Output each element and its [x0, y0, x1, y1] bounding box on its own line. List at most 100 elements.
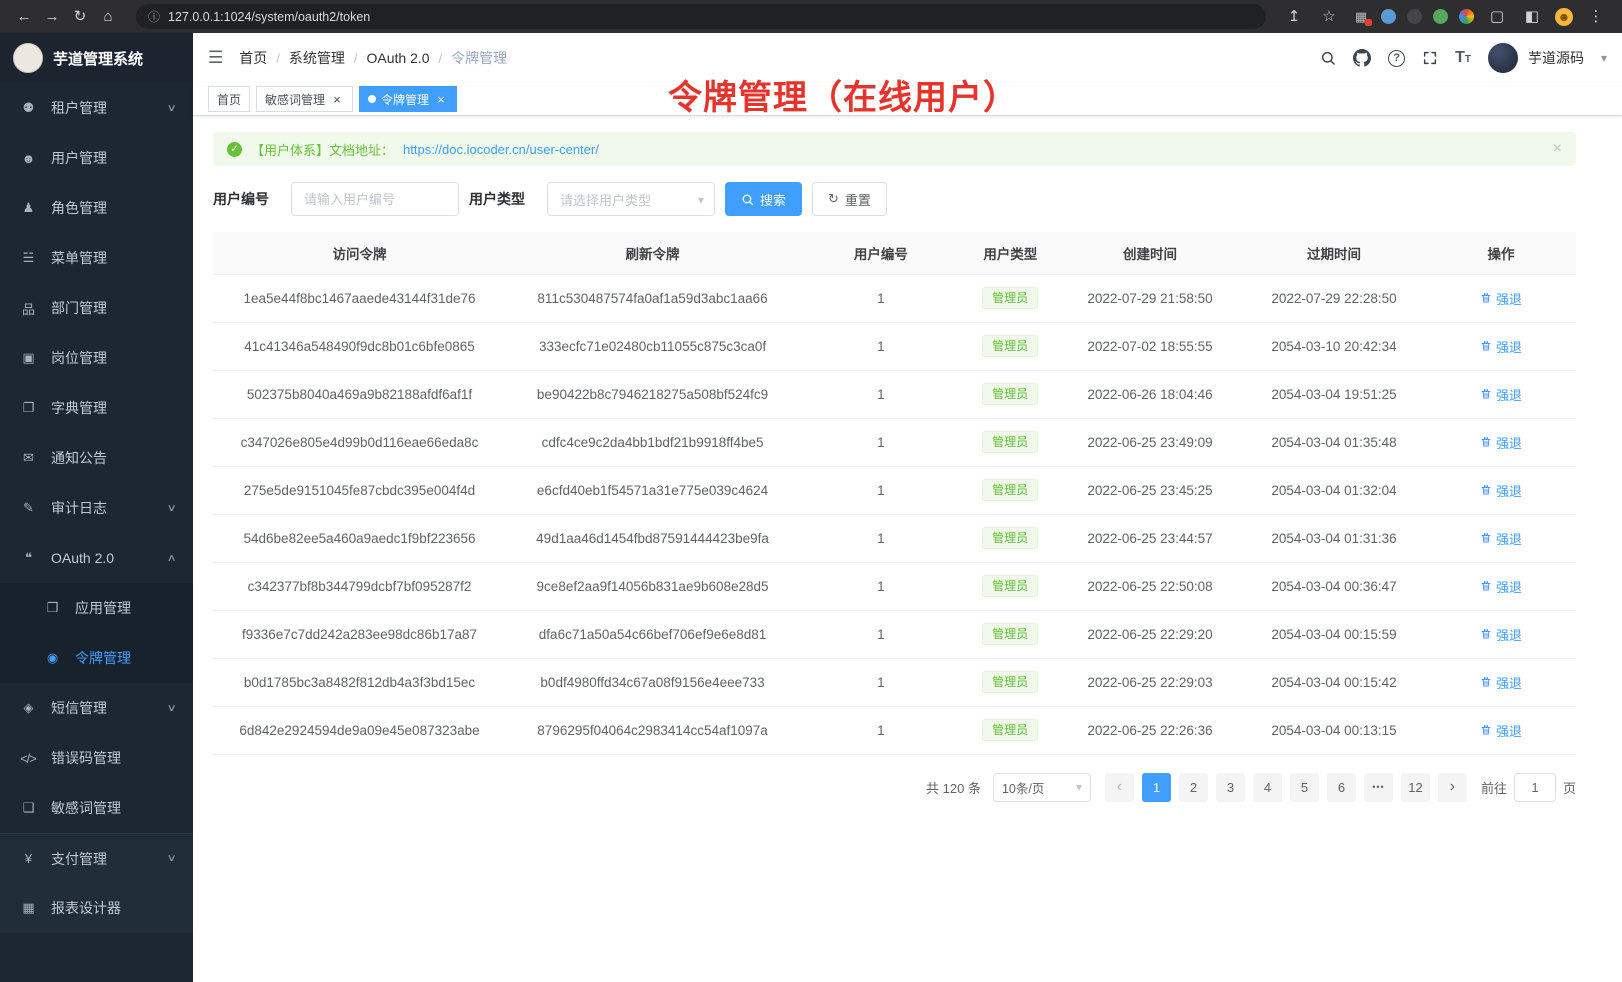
force-logout-button[interactable]: 强退: [1480, 721, 1522, 740]
browser-forward-icon[interactable]: [40, 9, 64, 24]
refresh-token-cell: 49d1aa46d1454fbd87591444423be9fa: [506, 514, 799, 562]
doc-link[interactable]: https://doc.iocoder.cn/user-center/: [403, 142, 599, 157]
tab-close-icon[interactable]: [330, 92, 344, 106]
fullscreen-icon[interactable]: [1422, 50, 1438, 66]
more-pages-button[interactable]: •••: [1364, 773, 1393, 802]
page-size-select[interactable]: 10条/页: [993, 773, 1091, 802]
user-type-select[interactable]: 请选择用户类型: [547, 182, 715, 216]
force-logout-button[interactable]: 强退: [1480, 673, 1522, 692]
chevron-down-icon[interactable]: [1601, 49, 1607, 67]
browser-menu-icon[interactable]: [1584, 9, 1608, 24]
annotation-text: 令牌管理（在线用户）: [668, 70, 1018, 119]
help-icon[interactable]: [1388, 50, 1405, 67]
browser-profile-avatar[interactable]: [1555, 8, 1573, 26]
force-logout-button[interactable]: 强退: [1480, 385, 1522, 404]
sidebar-item-error-code[interactable]: </>错误码管理: [0, 733, 193, 783]
sidebar-item-report-designer[interactable]: ▦报表设计器: [0, 883, 193, 933]
tab-label: 令牌管理: [381, 91, 429, 108]
browser-address-bar[interactable]: 127.0.0.1:1024/system/oauth2/token: [136, 4, 1266, 29]
sidebar-item-oauth2-app[interactable]: ❒应用管理: [0, 583, 193, 633]
sidebar-item-menu[interactable]: ☱菜单管理: [0, 233, 193, 283]
sidebar-item-sensitive-word[interactable]: ❏敏感词管理: [0, 783, 193, 833]
sidebar-item-tenant[interactable]: ⚉租户管理: [0, 83, 193, 133]
user-avatar[interactable]: [1488, 43, 1518, 73]
font-size-icon[interactable]: [1455, 49, 1471, 67]
goto-suffix: 页: [1563, 778, 1576, 797]
site-info-icon[interactable]: [148, 8, 160, 25]
sidebar-item-dict[interactable]: ❐字典管理: [0, 383, 193, 433]
sensitive-word-icon: ❏: [18, 800, 38, 816]
user-id-input[interactable]: [291, 182, 459, 216]
create-time-cell: 2022-07-02 18:55:55: [1058, 322, 1242, 370]
force-logout-button[interactable]: 强退: [1480, 625, 1522, 644]
page-2-button[interactable]: 2: [1179, 773, 1208, 802]
force-logout-button[interactable]: 强退: [1480, 433, 1522, 452]
extension-icon-3[interactable]: [1407, 9, 1422, 24]
search-icon[interactable]: [1320, 50, 1336, 66]
app-logo[interactable]: 芋道管理系统: [0, 33, 193, 83]
breadcrumb-item[interactable]: 系统管理: [289, 48, 345, 68]
breadcrumb-item[interactable]: 首页: [239, 48, 267, 68]
browser-back-icon[interactable]: [12, 9, 36, 24]
sidebar-item-label: 岗位管理: [51, 348, 175, 368]
tab-sensitive-word[interactable]: 敏感词管理: [256, 86, 353, 112]
action-cell: 强退: [1426, 658, 1576, 706]
force-logout-button[interactable]: 强退: [1480, 337, 1522, 356]
sidebar-item-notice[interactable]: ✉通知公告: [0, 433, 193, 483]
sidebar-item-audit-log[interactable]: ✎审计日志: [0, 483, 193, 533]
breadcrumb-item: 令牌管理: [451, 48, 507, 68]
extension-icon-1[interactable]: [1352, 9, 1370, 25]
force-logout-label: 强退: [1496, 577, 1522, 596]
extension-icon-5[interactable]: [1459, 9, 1474, 24]
search-button[interactable]: 搜索: [725, 182, 802, 216]
reset-button[interactable]: 重置: [812, 182, 887, 216]
browser-reload-icon[interactable]: [68, 9, 92, 24]
page-12-button[interactable]: 12: [1401, 773, 1430, 802]
force-logout-button[interactable]: 强退: [1480, 481, 1522, 500]
extension-icon-2[interactable]: [1381, 9, 1396, 24]
alert-close-icon[interactable]: [1553, 140, 1562, 158]
sidebar-item-post[interactable]: ▣岗位管理: [0, 333, 193, 383]
browser-home-icon[interactable]: [96, 9, 120, 24]
tab-close-icon[interactable]: [434, 92, 448, 106]
role-icon: ♟: [18, 200, 38, 216]
page-4-button[interactable]: 4: [1253, 773, 1282, 802]
extension-icon-4[interactable]: [1433, 9, 1448, 24]
force-logout-button[interactable]: 强退: [1480, 529, 1522, 548]
bookmark-star-icon[interactable]: [1317, 9, 1341, 24]
sidebar-item-dept[interactable]: 品部门管理: [0, 283, 193, 333]
page-5-button[interactable]: 5: [1290, 773, 1319, 802]
user-id-cell: 1: [799, 706, 963, 754]
force-logout-button[interactable]: 强退: [1480, 289, 1522, 308]
page-3-button[interactable]: 3: [1216, 773, 1245, 802]
goto-page-input[interactable]: [1514, 773, 1556, 802]
tab-oauth2-token[interactable]: 令牌管理: [359, 86, 457, 112]
user-id-cell: 1: [799, 418, 963, 466]
page-6-button[interactable]: 6: [1327, 773, 1356, 802]
refresh-token-cell: 9ce8ef2aa9f14056b831ae9b608e28d5: [506, 562, 799, 610]
breadcrumb-item[interactable]: OAuth 2.0: [367, 50, 430, 66]
user-name[interactable]: 芋道源码: [1528, 48, 1584, 68]
sidebar-item-oauth2-token[interactable]: ◉令牌管理: [0, 633, 193, 683]
sidebar-toggle-icon[interactable]: [208, 48, 223, 68]
extensions-puzzle-icon[interactable]: [1485, 9, 1509, 24]
refresh-token-cell: b0df4980ffd34c67a08f9156e4eee733: [506, 658, 799, 706]
sidebar-item-pay[interactable]: ¥支付管理: [0, 833, 193, 883]
access-token-cell: 41c41346a548490f9dc8b01c6bfe0865: [213, 322, 506, 370]
sidebar-item-user[interactable]: ☻用户管理: [0, 133, 193, 183]
share-icon[interactable]: [1282, 9, 1306, 24]
prev-page-button[interactable]: [1105, 773, 1134, 802]
page-1-button[interactable]: 1: [1142, 773, 1171, 802]
github-icon[interactable]: [1353, 49, 1371, 67]
table-row: 6d842e2924594de9a09e45e087323abe8796295f…: [213, 706, 1576, 754]
tab-home[interactable]: 首页: [208, 86, 250, 112]
side-panel-icon[interactable]: [1520, 9, 1544, 24]
sidebar-item-sms[interactable]: ◈短信管理: [0, 683, 193, 733]
sidebar-item-role[interactable]: ♟角色管理: [0, 183, 193, 233]
next-page-button[interactable]: [1438, 773, 1467, 802]
table-row: b0d1785bc3a8482f812db4a3f3bd15ecb0df4980…: [213, 658, 1576, 706]
user-type-cell: 管理员: [963, 466, 1058, 514]
force-logout-button[interactable]: 强退: [1480, 577, 1522, 596]
create-time-cell: 2022-06-25 23:45:25: [1058, 466, 1242, 514]
sidebar-item-oauth2[interactable]: ❝OAuth 2.0: [0, 533, 193, 583]
